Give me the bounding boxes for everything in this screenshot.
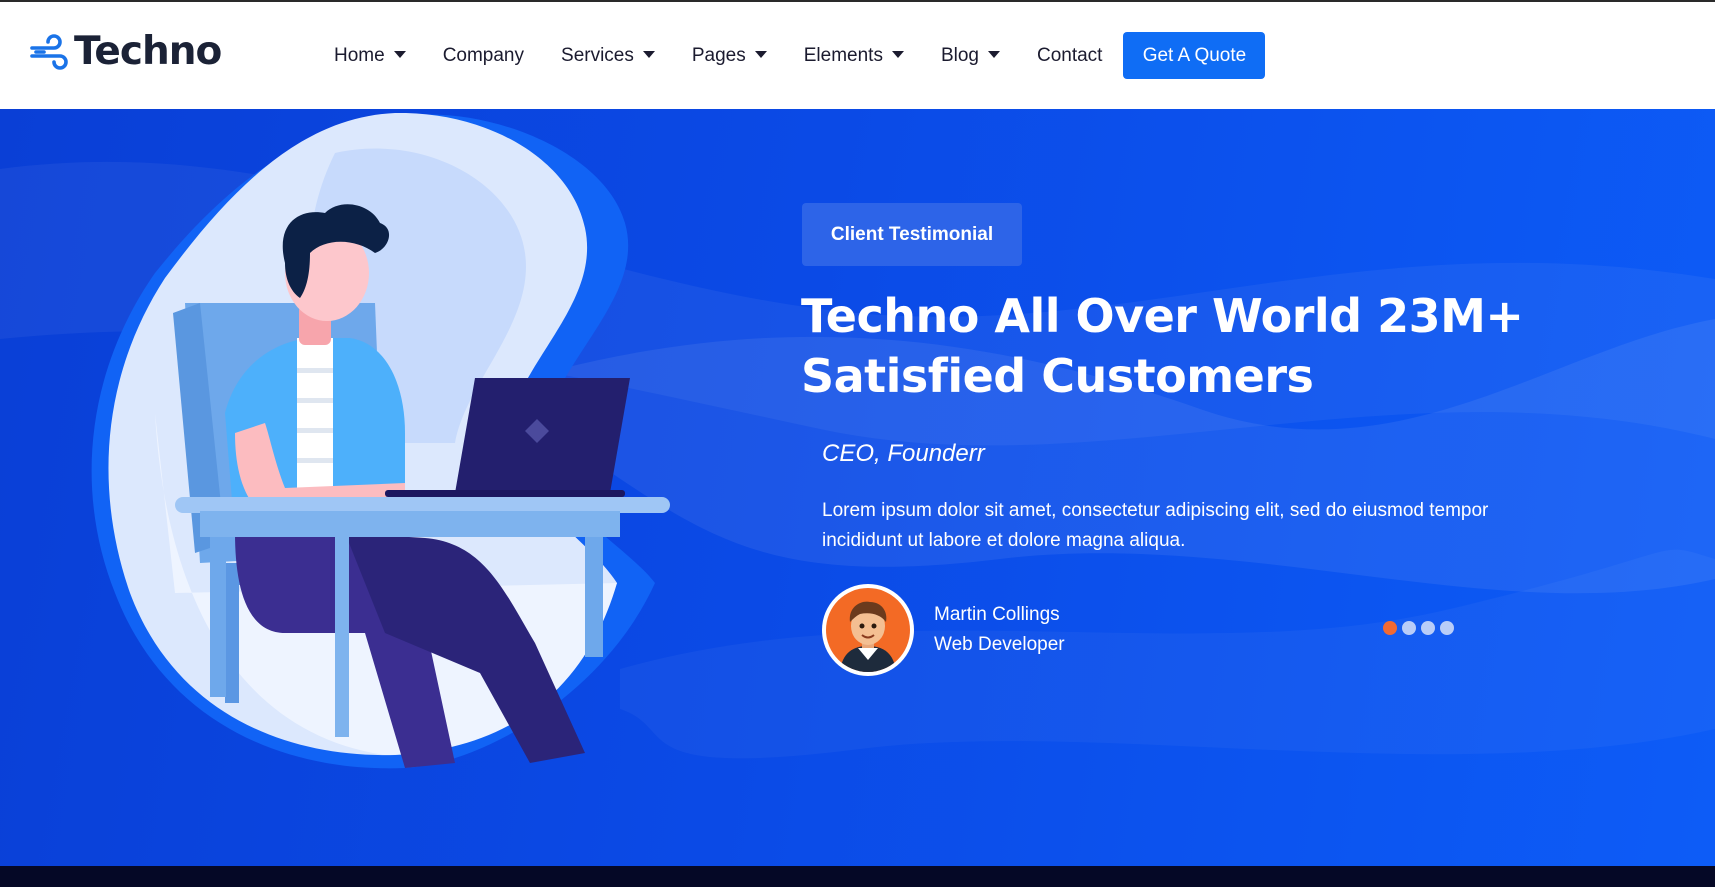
- brand-name: Techno: [74, 29, 222, 74]
- nav-item-contact[interactable]: Contact: [1037, 45, 1102, 67]
- avatar: [822, 584, 914, 676]
- hero-section: Client Testimonial Techno All Over World…: [0, 109, 1715, 866]
- nav-label: Home: [334, 44, 385, 66]
- nav-label: Services: [561, 44, 634, 66]
- site-header: Techno Home Company Services Pages Eleme…: [0, 2, 1715, 109]
- nav-item-blog[interactable]: Blog: [941, 45, 1000, 67]
- carousel-dot[interactable]: [1440, 621, 1454, 635]
- carousel-dot[interactable]: [1383, 621, 1397, 635]
- caret-down-icon: [891, 51, 904, 58]
- caret-down-icon: [754, 51, 767, 58]
- nav-label: Elements: [803, 44, 883, 66]
- nav-label: Pages: [691, 44, 746, 66]
- wind-icon: [30, 33, 68, 70]
- caret-down-icon: [642, 51, 655, 58]
- caret-down-icon: [987, 51, 1000, 58]
- get-a-quote-button[interactable]: Get A Quote: [1123, 32, 1266, 79]
- brand-logo[interactable]: Techno: [30, 29, 222, 74]
- author-info: Martin Collings Web Developer: [934, 600, 1065, 660]
- nav-label: Company: [442, 44, 525, 66]
- carousel-dot[interactable]: [1402, 621, 1416, 635]
- nav-item-elements[interactable]: Elements: [804, 45, 904, 67]
- main-nav: Home Company Services Pages Elements Blo…: [334, 2, 1266, 109]
- developer-illustration: [91, 113, 670, 769]
- nav-item-home[interactable]: Home: [334, 45, 406, 67]
- nav-label: Contact: [1036, 44, 1103, 66]
- testimonial-role: CEO, Founderr: [822, 440, 985, 467]
- avatar-image: [826, 588, 910, 672]
- testimonial-author: Martin Collings Web Developer: [822, 584, 1065, 676]
- hero-title: Techno All Over World 23M+ Satisfied Cus…: [801, 289, 1524, 403]
- nav-item-services[interactable]: Services: [561, 45, 655, 67]
- person-avatar-icon: [840, 601, 896, 672]
- caret-down-icon: [393, 51, 406, 58]
- nav-item-company[interactable]: Company: [443, 45, 524, 67]
- carousel-dots: [1383, 621, 1459, 635]
- nav-label: Blog: [940, 44, 979, 66]
- carousel-dot[interactable]: [1421, 621, 1435, 635]
- testimonial-quote: Lorem ipsum dolor sit amet, consectetur …: [822, 500, 1489, 551]
- author-title: Web Developer: [934, 634, 1065, 655]
- footer-strip: [0, 866, 1715, 887]
- client-testimonial-badge[interactable]: Client Testimonial: [802, 203, 1022, 266]
- author-name: Martin Collings: [934, 604, 1060, 625]
- nav-item-pages[interactable]: Pages: [692, 45, 767, 67]
